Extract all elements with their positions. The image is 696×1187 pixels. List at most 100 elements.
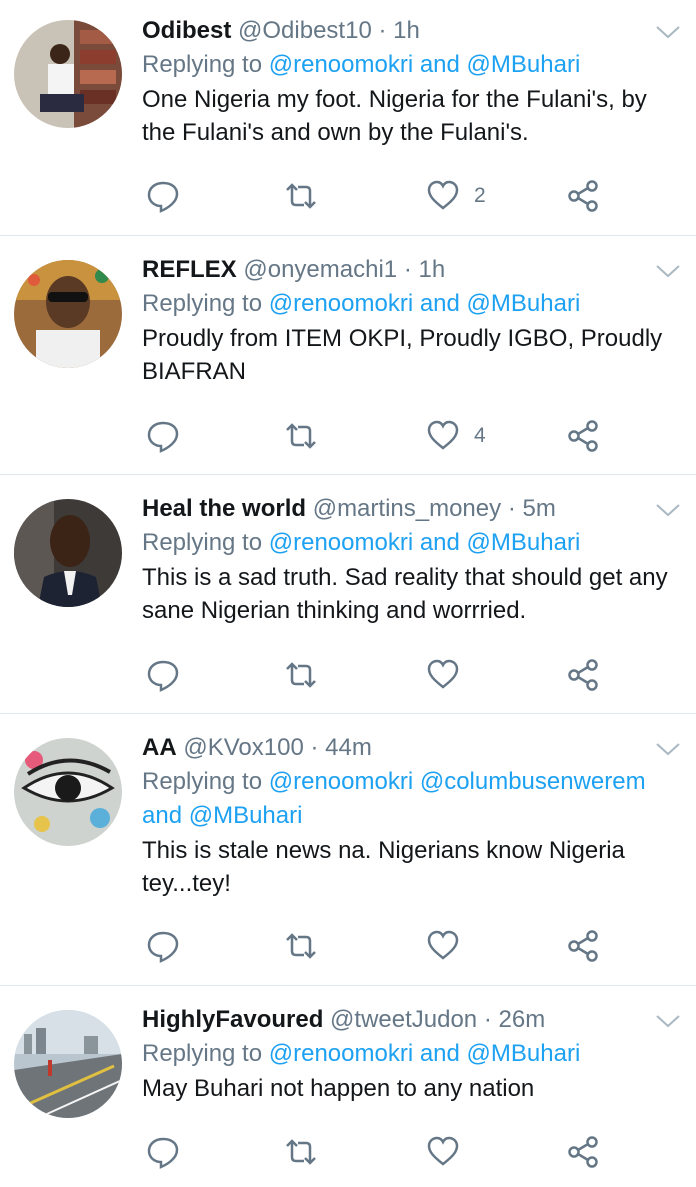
retweet-button[interactable] [284, 416, 318, 456]
timestamp[interactable]: 44m [325, 734, 372, 761]
user-handle[interactable]: @Odibest10 [238, 17, 372, 44]
avatar[interactable] [14, 738, 122, 846]
mention-links[interactable]: @renoomokri and @MBuhari [269, 51, 581, 78]
user-handle[interactable]: @tweetJudon [330, 1006, 477, 1033]
tweet-content: AA @KVox100 · 44m Replying to @renoomokr… [142, 731, 676, 900]
tweet-card[interactable]: AA @KVox100 · 44m Replying to @renoomokr… [0, 714, 696, 986]
user-handle[interactable]: @martins_money [313, 495, 501, 522]
replying-to: Replying to @renoomokri @columbusenwerem… [142, 765, 676, 833]
like-button[interactable]: 2 [426, 176, 486, 216]
reply-bubble-icon [147, 660, 179, 692]
share-button[interactable] [566, 655, 600, 695]
share-button[interactable] [566, 926, 600, 966]
display-name[interactable]: Heal the world [142, 495, 306, 522]
reply-button[interactable] [146, 1132, 180, 1172]
tweet-text: Proudly from ITEM OKPI, Proudly IGBO, Pr… [142, 325, 663, 385]
replying-to: Replying to @renoomokri and @MBuhari [142, 287, 676, 321]
timestamp[interactable]: 1h [393, 17, 420, 44]
share-icon [568, 659, 598, 691]
avatar[interactable] [14, 499, 122, 607]
timestamp[interactable]: 26m [499, 1006, 546, 1033]
tweet-card[interactable]: Heal the world @martins_money · 5m Reply… [0, 475, 696, 714]
mention-links[interactable]: @renoomokri and @MBuhari [269, 290, 581, 317]
like-count: 2 [474, 184, 486, 207]
chevron-down-icon[interactable] [654, 739, 682, 759]
like-button[interactable]: 4 [426, 416, 486, 456]
like-button[interactable] [426, 655, 474, 695]
tweet-content: Heal the world @martins_money · 5m Reply… [142, 492, 676, 627]
replying-to: Replying to @renoomokri and @MBuhari [142, 526, 676, 560]
retweet-arrows-icon [286, 662, 316, 688]
tweet-content: REFLEX @onyemachi1 · 1h Replying to @ren… [142, 253, 676, 388]
avatar[interactable] [14, 1010, 122, 1118]
share-button[interactable] [566, 1132, 600, 1172]
separator-dot: · [310, 734, 319, 761]
tweet-header: Odibest @Odibest10 · 1h [142, 14, 676, 48]
replying-to: Replying to @renoomokri and @MBuhari [142, 1037, 676, 1071]
user-handle[interactable]: @KVox100 [183, 734, 303, 761]
separator-dot: · [378, 17, 387, 44]
heart-icon [427, 1136, 459, 1166]
replying-to-prefix: Replying to [142, 51, 263, 78]
retweet-button[interactable] [284, 176, 318, 216]
heart-icon [427, 659, 459, 689]
retweet-button[interactable] [284, 926, 318, 966]
separator-dot: · [483, 1006, 492, 1033]
timestamp[interactable]: 1h [418, 256, 445, 283]
reply-button[interactable] [146, 416, 180, 456]
separator-dot: · [403, 256, 412, 283]
reply-button[interactable] [146, 926, 180, 966]
display-name[interactable]: HighlyFavoured [142, 1006, 323, 1033]
reply-button[interactable] [146, 655, 180, 695]
display-name[interactable]: REFLEX [142, 256, 237, 283]
share-button[interactable] [566, 176, 600, 216]
tweet-header: REFLEX @onyemachi1 · 1h [142, 253, 676, 287]
reply-bubble-icon [147, 931, 179, 963]
tweet-text: One Nigeria my foot. Nigeria for the Ful… [142, 86, 647, 146]
action-bar [142, 926, 622, 966]
avatar[interactable] [14, 260, 122, 368]
retweet-arrows-icon [286, 933, 316, 959]
retweet-arrows-icon [286, 183, 316, 209]
mention-links[interactable]: @renoomokri and @MBuhari [269, 529, 581, 556]
heart-icon [427, 930, 459, 960]
chevron-down-icon[interactable] [654, 261, 682, 281]
replying-to-prefix: Replying to [142, 1040, 263, 1067]
tweet-card[interactable]: HighlyFavoured @tweetJudon · 26m Replyin… [0, 986, 696, 1187]
reply-bubble-icon [147, 181, 179, 213]
tweet-card[interactable]: Odibest @Odibest10 · 1h Replying to @ren… [0, 0, 696, 236]
display-name[interactable]: AA [142, 734, 177, 761]
heart-icon [427, 420, 459, 450]
user-handle[interactable]: @onyemachi1 [243, 256, 397, 283]
share-icon [568, 180, 598, 212]
retweet-arrows-icon [286, 423, 316, 449]
like-count: 4 [474, 424, 486, 447]
retweet-arrows-icon [286, 1139, 316, 1165]
chevron-down-icon[interactable] [654, 1011, 682, 1031]
tweet-card[interactable]: REFLEX @onyemachi1 · 1h Replying to @ren… [0, 236, 696, 475]
share-icon [568, 1136, 598, 1168]
avatar[interactable] [14, 20, 122, 128]
like-button[interactable] [426, 1132, 474, 1172]
timestamp[interactable]: 5m [522, 495, 555, 522]
tweet-text: This is stale news na. Nigerians know Ni… [142, 837, 625, 897]
chevron-down-icon[interactable] [654, 22, 682, 42]
action-bar [142, 655, 622, 695]
action-bar: 2 [142, 176, 622, 216]
replying-to-prefix: Replying to [142, 290, 263, 317]
reply-button[interactable] [146, 176, 180, 216]
action-bar: 4 [142, 416, 622, 456]
display-name[interactable]: Odibest [142, 17, 231, 44]
mention-links[interactable]: @renoomokri and @MBuhari [269, 1040, 581, 1067]
retweet-button[interactable] [284, 655, 318, 695]
replying-to-prefix: Replying to [142, 529, 263, 556]
retweet-button[interactable] [284, 1132, 318, 1172]
reply-feed: Odibest @Odibest10 · 1h Replying to @ren… [0, 0, 696, 1187]
chevron-down-icon[interactable] [654, 500, 682, 520]
tweet-header: HighlyFavoured @tweetJudon · 26m [142, 1003, 676, 1037]
tweet-content: Odibest @Odibest10 · 1h Replying to @ren… [142, 14, 676, 149]
like-button[interactable] [426, 926, 474, 966]
tweet-content: HighlyFavoured @tweetJudon · 26m Replyin… [142, 1003, 676, 1105]
share-button[interactable] [566, 416, 600, 456]
reply-bubble-icon [147, 1137, 179, 1169]
